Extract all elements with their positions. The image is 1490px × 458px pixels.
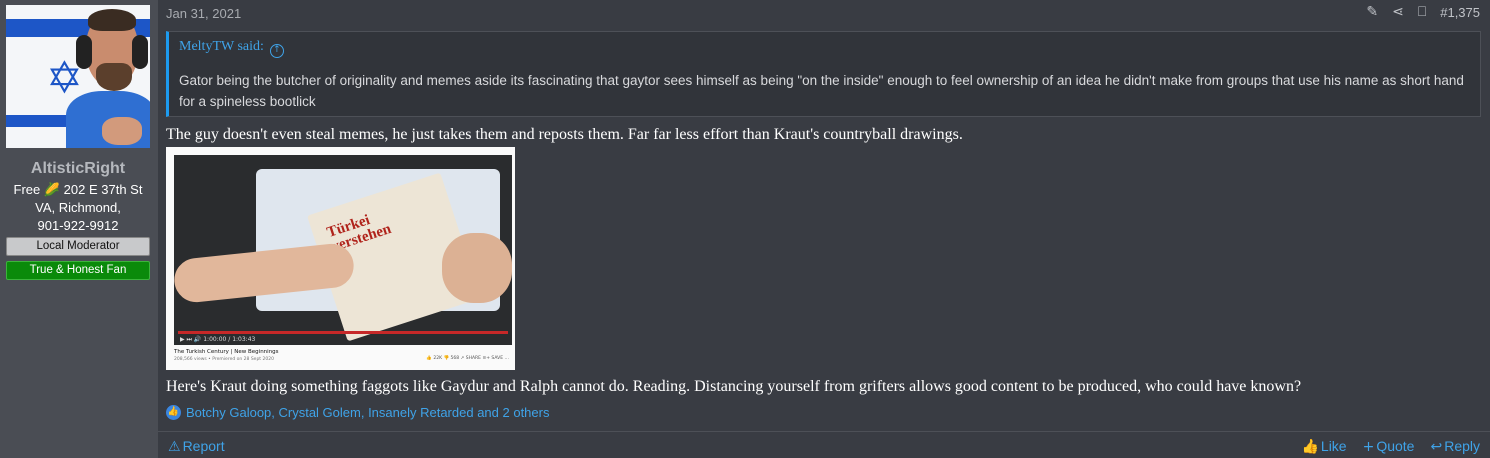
pencil-icon[interactable]: ✎: [1366, 4, 1378, 20]
video-meta: 208,566 views • Premiered on 28 Sept 202…: [174, 357, 274, 362]
quote-author-name[interactable]: MeltyTW said:: [179, 39, 264, 54]
post-date[interactable]: Jan 31, 2021: [166, 6, 241, 21]
video-time: 1:00:00 / 1:03:43: [203, 336, 256, 343]
reactions-text[interactable]: Botchy Galoop, Crystal Golem, Insanely R…: [186, 405, 549, 420]
reply-icon: ↩: [1430, 439, 1443, 455]
report-button[interactable]: ⚠ Report: [168, 438, 225, 455]
avatar-hands: [102, 117, 142, 145]
plus-icon: +: [1362, 439, 1375, 455]
avatar-headphone: [132, 35, 148, 69]
post-actions-top: ✎ ⋖ ⎕ #1,375: [1366, 4, 1480, 20]
user-info: Free 🌽 202 E 37th St VA, Richmond, 901-9…: [0, 181, 156, 235]
video-frame[interactable]: Türkei verstehen ▶ ⏭ 🔊 1:00:00 / 1:03:43: [174, 155, 512, 345]
reply-button[interactable]: ↩ Reply: [1430, 438, 1480, 455]
user-column: ✡ AltisticRight Free 🌽 202 E 37th St VA,…: [0, 0, 158, 458]
badge-true-honest-fan: True & Honest Fan: [6, 261, 150, 280]
video-controls[interactable]: ▶ ⏭ 🔊 1:00:00 / 1:03:43: [180, 336, 510, 344]
footer-divider: [158, 431, 1490, 432]
user-info-line: Free 🌽 202 E 37th St: [13, 182, 143, 197]
share-icon[interactable]: ⋖: [1392, 4, 1404, 20]
footer-actions: 👍 Like + Quote ↩ Reply: [1301, 438, 1480, 455]
username[interactable]: AltisticRight: [0, 160, 156, 178]
badge-local-moderator: Local Moderator: [6, 237, 150, 256]
video-buttons[interactable]: 👍 22K 👎 568 ↗ SHARE ≡+ SAVE …: [426, 356, 509, 361]
avatar-beard: [96, 63, 132, 91]
quote-label: Quote: [1376, 438, 1415, 454]
play-icon[interactable]: ▶ ⏭ 🔊: [180, 336, 201, 343]
post-number[interactable]: #1,375: [1440, 5, 1480, 20]
user-info-line: 901-922-9912: [37, 218, 119, 233]
thumbs-up-icon: 👍: [1301, 439, 1319, 455]
quote-author[interactable]: MeltyTW said: ↑: [179, 39, 284, 58]
like-button[interactable]: 👍 Like: [1301, 438, 1346, 455]
quote-block: MeltyTW said: ↑ Gator being the butcher o…: [166, 31, 1481, 117]
post-text: The guy doesn't even steal memes, he jus…: [166, 126, 963, 143]
user-info-line: VA, Richmond,: [35, 200, 121, 215]
avatar[interactable]: ✡: [6, 5, 150, 148]
avatar-hair: [88, 9, 136, 31]
video-progress-bar[interactable]: [178, 331, 508, 334]
like-reaction-icon: 👍: [166, 405, 181, 420]
post-text: Here's Kraut doing something faggots lik…: [166, 378, 1302, 395]
avatar-headphone: [76, 35, 92, 69]
video-hand: [442, 233, 512, 303]
video-embed[interactable]: Türkei verstehen ▶ ⏭ 🔊 1:00:00 / 1:03:43…: [166, 147, 515, 370]
like-label: Like: [1320, 438, 1347, 454]
bell-icon: ⚠: [168, 439, 181, 455]
reactions-bar[interactable]: 👍 Botchy Galoop, Crystal Golem, Insanely…: [166, 405, 549, 420]
quote-text: Gator being the butcher of originality a…: [179, 73, 1464, 109]
video-title[interactable]: The Turkish Century | New Beginnings: [174, 349, 279, 355]
bookmark-icon[interactable]: ⎕: [1418, 4, 1426, 20]
arrow-up-circle-icon[interactable]: ↑: [269, 44, 284, 58]
quote-button[interactable]: + Quote: [1363, 438, 1415, 455]
reply-label: Reply: [1444, 438, 1480, 454]
report-label: Report: [182, 438, 225, 454]
